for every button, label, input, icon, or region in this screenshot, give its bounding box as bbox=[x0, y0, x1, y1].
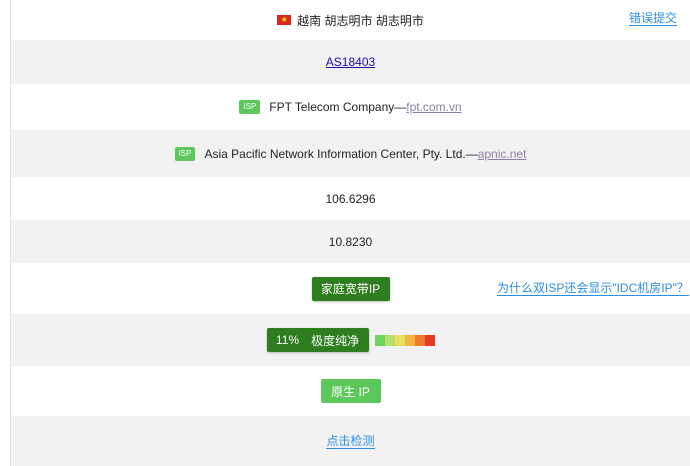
latitude-value: 10.8230 bbox=[328, 234, 373, 249]
scale-segment bbox=[394, 334, 405, 346]
latitude-row: 10.8230 bbox=[11, 220, 690, 263]
scale-segment bbox=[374, 334, 385, 346]
fraud-score-scale bbox=[374, 334, 435, 346]
isp-name: Asia Pacific Network Information Center,… bbox=[204, 146, 478, 161]
native-ip-row: 原生 IP bbox=[11, 366, 690, 416]
why-dual-isp-link[interactable]: 为什么双ISP还会显示"IDC机房IP"？ bbox=[497, 281, 689, 296]
scale-segment bbox=[424, 334, 435, 346]
isp-badge: ISP bbox=[174, 146, 196, 161]
asn-row: AS18403 bbox=[11, 40, 690, 84]
native-ip-badge: 原生 IP bbox=[320, 379, 381, 403]
fraud-score-row: 11% 极度纯净 bbox=[11, 314, 690, 366]
isp-row: ISP FPT Telecom Company— fpt.com.vn bbox=[11, 84, 690, 130]
isp-row: ISP Asia Pacific Network Information Cen… bbox=[11, 130, 690, 177]
fraud-score-label: 极度纯净 bbox=[311, 333, 360, 348]
detect-row: 点击检测 bbox=[11, 416, 690, 466]
isp-name: FPT Telecom Company— bbox=[269, 100, 407, 114]
isp-badge: ISP bbox=[239, 100, 261, 114]
longitude-value: 106.6296 bbox=[325, 191, 376, 206]
longitude-row: 106.6296 bbox=[11, 177, 690, 220]
scale-segment bbox=[384, 334, 395, 346]
detect-link[interactable]: 点击检测 bbox=[326, 434, 375, 449]
isp-domain-link[interactable]: fpt.com.vn bbox=[406, 100, 461, 114]
isp-domain-link[interactable]: apnic.net bbox=[478, 147, 527, 161]
asn-link[interactable]: AS18403 bbox=[326, 55, 375, 69]
location-text: 越南 胡志明市 胡志明市 bbox=[297, 13, 424, 28]
fraud-score-badge: 11% 极度纯净 bbox=[266, 328, 369, 352]
vietnam-flag-icon: ★ bbox=[277, 15, 292, 25]
usage-type-badge: 家庭宽带IP bbox=[311, 276, 390, 301]
fraud-score-percent: 11% bbox=[275, 333, 300, 347]
report-error-link[interactable]: 错误提交 bbox=[629, 11, 678, 26]
scale-segment bbox=[404, 334, 415, 346]
location-row: ★ 越南 胡志明市 胡志明市 bbox=[11, 0, 690, 40]
scale-segment bbox=[414, 334, 425, 346]
